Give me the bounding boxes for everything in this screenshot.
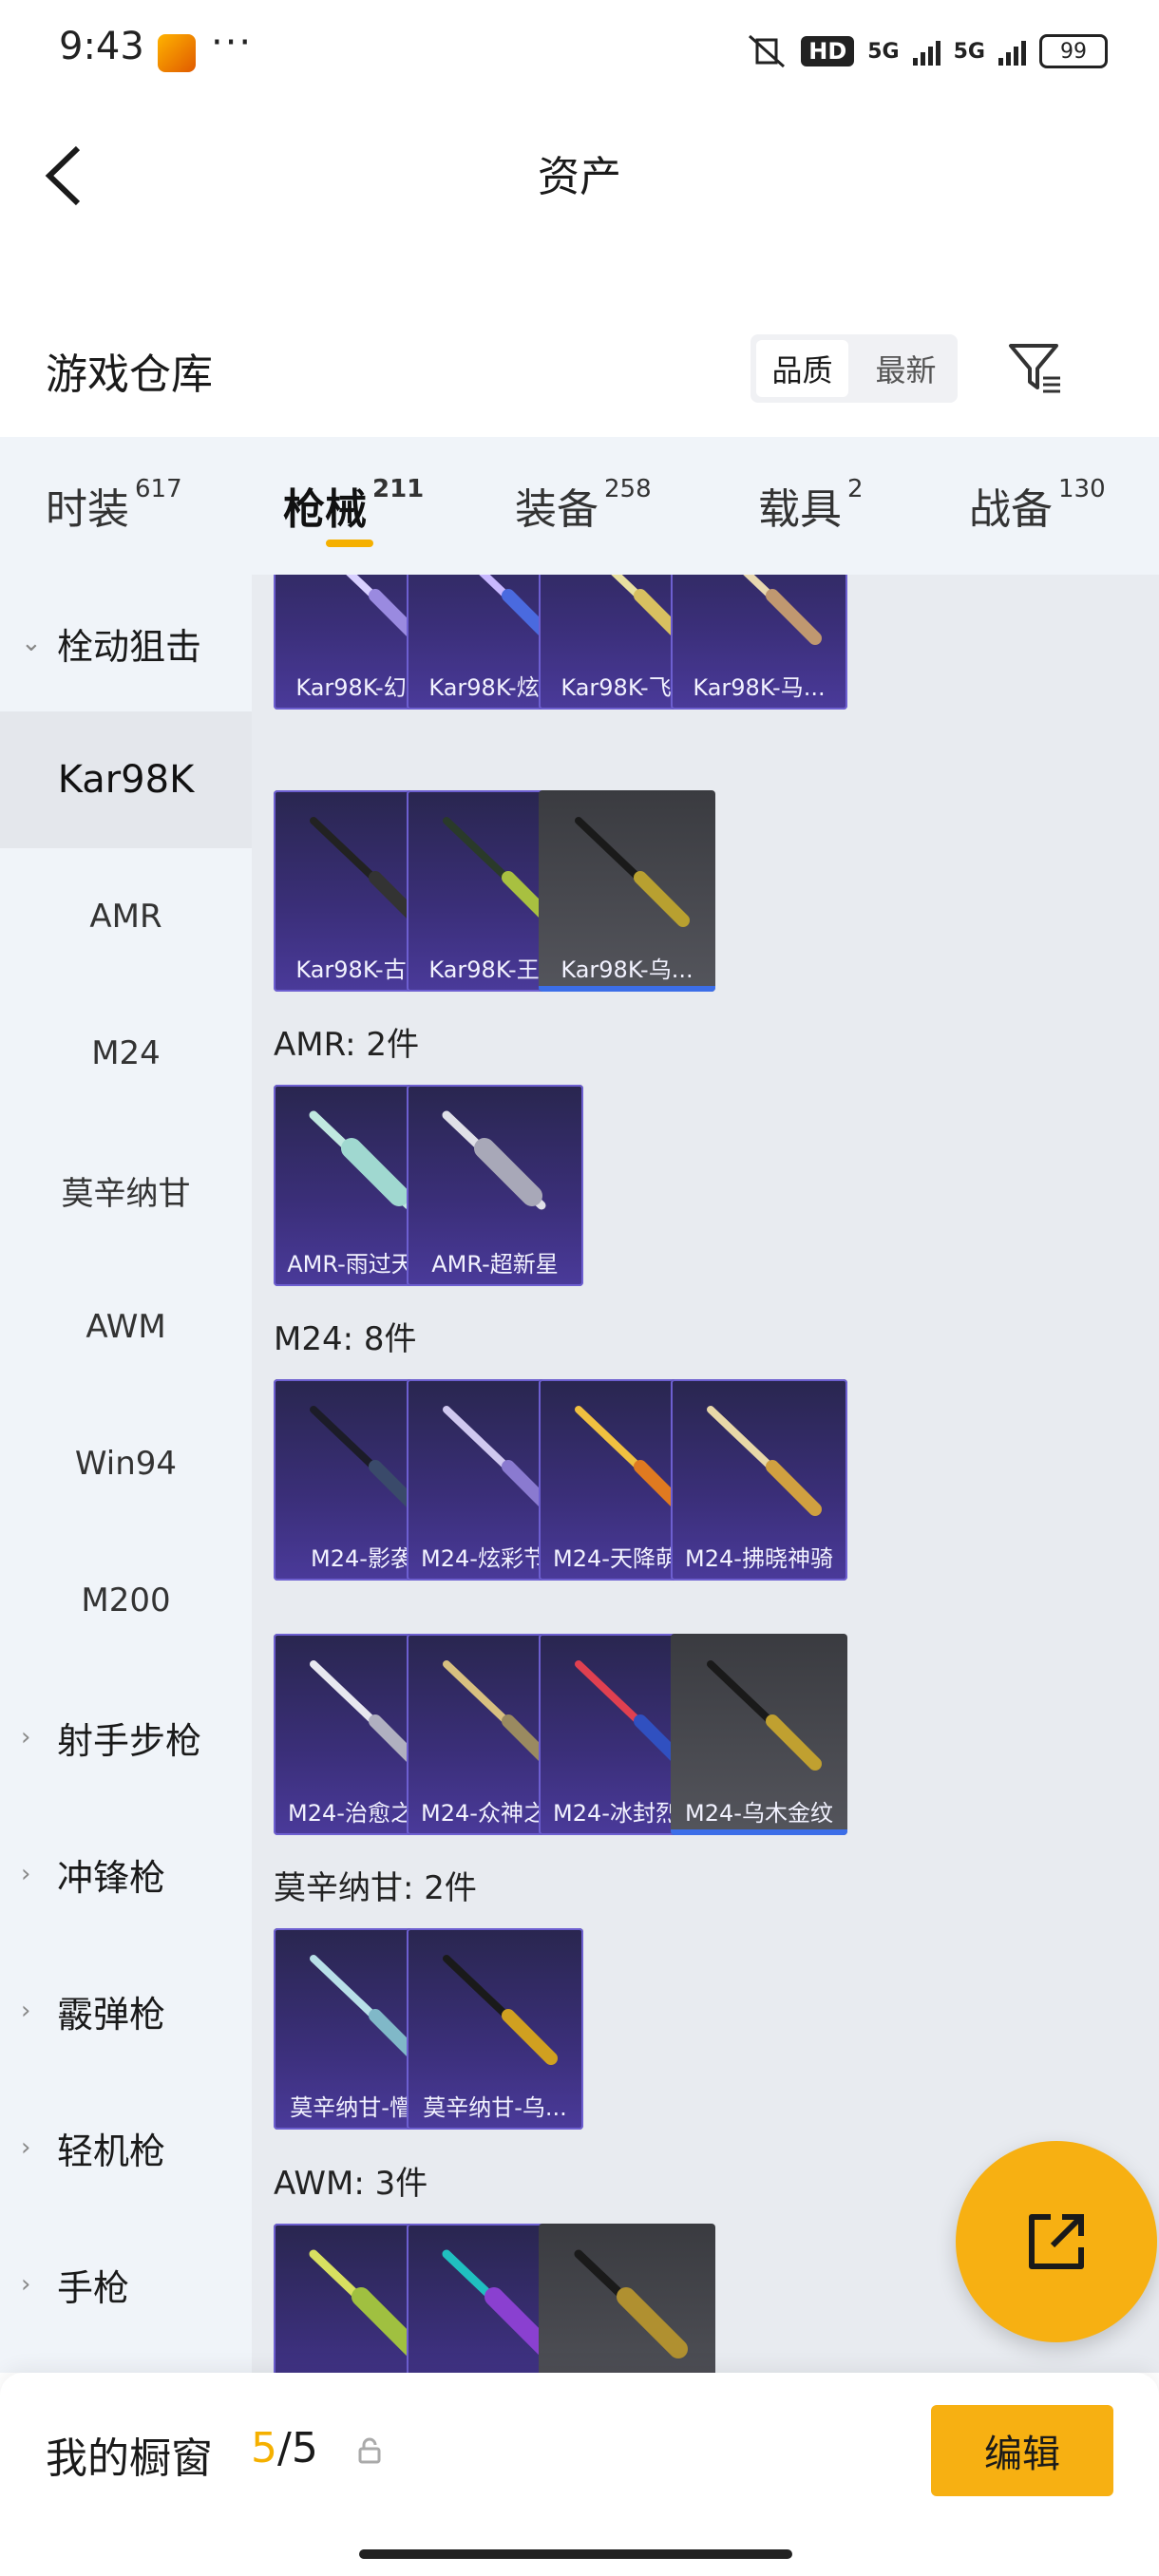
lock-icon: [358, 2437, 381, 2464]
share-button[interactable]: [956, 2141, 1157, 2342]
rifle-icon: [574, 2249, 688, 2358]
chevron-right-icon: ›: [21, 2270, 31, 2299]
sidebar-item-mosin[interactable]: 莫辛纳甘: [0, 1122, 252, 1259]
battery-icon: 99: [1039, 34, 1108, 68]
skin-card[interactable]: M24-乌木金纹: [671, 1634, 847, 1835]
sidebar-item-m24[interactable]: M24: [0, 985, 252, 1122]
sidebar-item-amr[interactable]: AMR: [0, 848, 252, 985]
tab-fashion[interactable]: 时装 617: [46, 475, 182, 536]
chevron-right-icon: ›: [21, 2133, 31, 2162]
weapon-sidebar: ⌄ 栓动狙击 Kar98K AMR M24 莫辛纳甘 AWM Win94 M200…: [0, 575, 252, 2373]
tab-combat-supplies[interactable]: 战备 130: [969, 475, 1106, 536]
filter-icon: [1009, 344, 1060, 393]
rifle-icon: [442, 1110, 546, 1210]
edit-button[interactable]: 编辑: [931, 2405, 1113, 2496]
rifle-icon: [707, 1406, 822, 1516]
more-notifications-icon: ···: [211, 21, 254, 65]
skin-card[interactable]: Kar98K-马...: [671, 575, 847, 710]
rifle-icon: [443, 1955, 558, 2065]
chevron-down-icon: ⌄: [21, 629, 42, 657]
sort-newest-button[interactable]: 最新: [860, 340, 952, 397]
skin-card[interactable]: 莫辛纳甘-乌...: [407, 1928, 583, 2130]
skin-name: 莫辛纳甘-乌...: [423, 2094, 567, 2121]
showcase-count: 5/5: [251, 2424, 318, 2472]
status-bar: 9:43 ··· HD 5G 5G 99: [0, 0, 1159, 104]
category-label-awm: AWM: 3件: [274, 2165, 428, 2203]
share-icon: [1029, 2214, 1084, 2269]
back-button[interactable]: [38, 142, 95, 209]
category-label-mosin: 莫辛纳甘: 2件: [274, 1869, 477, 1907]
skin-name: Kar98K-乌...: [560, 957, 694, 983]
chevron-right-icon: ›: [21, 1860, 31, 1888]
sidebar-group-lmg[interactable]: › 轻机枪: [0, 2079, 252, 2216]
showcase-label: 我的橱窗: [46, 2434, 213, 2483]
section-title: 游戏仓库: [46, 350, 213, 399]
sidebar-group-shotgun[interactable]: › 霰弹枪: [0, 1942, 252, 2079]
skin-name: AMR-超新星: [431, 1251, 559, 1278]
rifle-icon: [743, 575, 822, 645]
status-indicators: HD 5G 5G 99: [746, 30, 1108, 72]
sidebar-item-win94[interactable]: Win94: [0, 1395, 252, 1532]
signal-icon-2: [998, 37, 1026, 66]
mute-vibrate-icon: [749, 34, 786, 68]
skin-name: M24-乌木金纹: [685, 1800, 833, 1827]
sidebar-group-bolt-action[interactable]: ⌄ 栓动狙击: [0, 575, 252, 711]
active-tab-indicator: [326, 540, 373, 547]
skin-card[interactable]: M24-拂晓神骑: [671, 1379, 847, 1581]
tab-guns[interactable]: 枪械 211: [283, 475, 424, 536]
chevron-left-icon: [45, 145, 81, 206]
rifle-icon: [707, 1660, 822, 1771]
network-type-1: 5G: [867, 39, 900, 64]
category-label-m24: M24: 8件: [274, 1320, 417, 1358]
status-time: 9:43: [59, 25, 144, 68]
weapon-grid: Kar98K-幻... Kar98K-炫... Kar98K-飞... Kar9…: [252, 575, 1159, 2373]
sidebar-item-kar98k[interactable]: Kar98K: [0, 711, 252, 848]
chevron-right-icon: ›: [21, 1997, 31, 2025]
category-label-amr: AMR: 2件: [274, 1026, 420, 1064]
rifle-icon: [575, 817, 690, 927]
sidebar-group-marksman[interactable]: › 射手步枪: [0, 1669, 252, 1806]
sidebar-group-smg[interactable]: › 冲锋枪: [0, 1806, 252, 1942]
sidebar-item-awm[interactable]: AWM: [0, 1259, 252, 1395]
hd-voice-icon: HD: [801, 36, 855, 66]
tab-vehicles[interactable]: 载具 2: [758, 475, 864, 536]
category-tabs: 时装 617 枪械 211 装备 258 载具 2 战备 130: [0, 437, 1159, 575]
skin-name: Kar98K-马...: [693, 674, 826, 701]
chevron-right-icon: ›: [21, 1723, 31, 1752]
network-type-2: 5G: [953, 39, 985, 64]
skin-card[interactable]: AMR-超新星: [407, 1085, 583, 1286]
skin-card[interactable]: [539, 2224, 715, 2373]
app-notification-icon: [158, 34, 196, 72]
home-indicator[interactable]: [359, 2549, 792, 2559]
signal-icon-1: [912, 37, 940, 66]
page-title: 资产: [538, 153, 621, 201]
sort-quality-button[interactable]: 品质: [756, 340, 848, 397]
skin-card[interactable]: Kar98K-乌...: [539, 790, 715, 992]
sidebar-group-pistol[interactable]: › 手枪: [0, 2216, 252, 2353]
skin-name: M24-拂晓神骑: [685, 1545, 833, 1572]
sort-toggle: 品质 最新: [750, 334, 958, 403]
filter-button[interactable]: [1005, 338, 1066, 399]
tab-equipment[interactable]: 装备 258: [515, 475, 652, 536]
sidebar-item-m200[interactable]: M200: [0, 1532, 252, 1669]
